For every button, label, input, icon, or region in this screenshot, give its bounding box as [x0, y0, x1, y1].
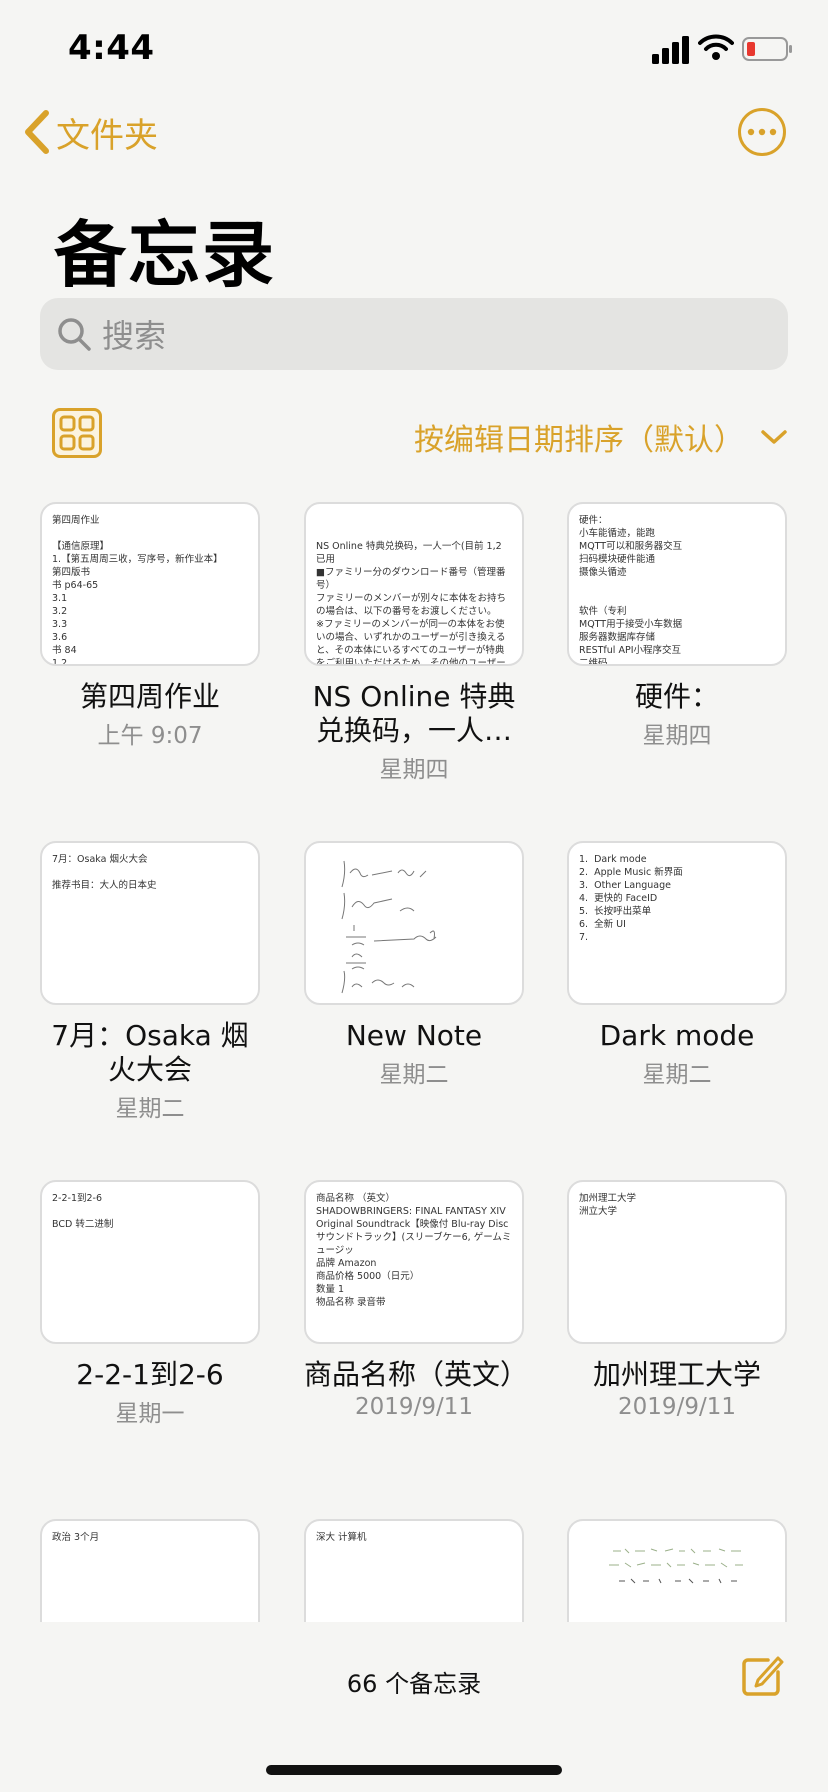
note-preview-text: 2-2-1到2-6 BCD 转二进制	[52, 1193, 114, 1230]
note-date: 上午 9:07	[97, 723, 203, 749]
sort-label: 按编辑日期排序（默认）	[414, 423, 744, 458]
note-card[interactable]: New Note 星期二	[304, 841, 524, 1089]
note-thumbnail: 2-2-1到2-6 BCD 转二进制	[40, 1180, 260, 1344]
note-preview-text: 政治 3个月	[52, 1532, 100, 1543]
note-title: 硬件：	[634, 680, 719, 713]
back-button[interactable]: 文件夹	[22, 106, 158, 158]
note-card[interactable]: 2-2-1到2-6 BCD 转二进制 2-2-1到2-6 星期一	[40, 1180, 260, 1428]
back-label: 文件夹	[56, 115, 158, 156]
note-preview-text: 加州理工大学 洲立大学	[579, 1193, 637, 1217]
note-date: 星期二	[115, 1096, 185, 1122]
note-preview-text: 硬件： 小车能循迹，能跑 MQTT可以和服务器交互 扫码模块硬件能通 摄像头循迹…	[579, 515, 683, 666]
wifi-icon	[698, 34, 734, 60]
note-title: NS Online 特典兑换码，一人…	[312, 680, 516, 747]
note-card[interactable]: 硬件： 小车能循迹，能跑 MQTT可以和服务器交互 扫码模块硬件能通 摄像头循迹…	[567, 502, 787, 750]
note-preview-text: 深大 计算机	[316, 1532, 367, 1543]
note-title: New Note	[345, 1019, 483, 1052]
note-thumbnail: 1. Dark mode 2. Apple Music 新界面 3. Other…	[567, 841, 787, 1005]
note-preview-text: NS Online 特典兑换码，一人一个(目前 1,2 已用 ■ファミリー分のダ…	[316, 541, 507, 666]
note-date: 星期二	[642, 1062, 712, 1088]
note-thumbnail: 加州理工大学 洲立大学	[567, 1180, 787, 1344]
search-icon	[58, 318, 91, 351]
sort-button[interactable]: 按编辑日期排序（默认）	[400, 412, 788, 462]
note-date: 星期四	[642, 723, 712, 749]
ellipsis-icon	[747, 128, 777, 136]
note-card[interactable]: 商品名称 （英文） SHADOWBRINGERS: FINAL FANTASY …	[304, 1180, 529, 1420]
note-title: Dark mode	[599, 1019, 755, 1052]
note-card[interactable]: 第四周作业 【通信原理】 1.【第五周周三收，写序号，新作业本】 第四版书 书 …	[40, 502, 260, 750]
note-title: 商品名称（英文）	[304, 1358, 529, 1391]
gallery-grid-icon	[59, 415, 95, 451]
note-date: 星期四	[379, 757, 449, 783]
chevron-left-icon	[25, 110, 49, 154]
search-field[interactable]: 搜索	[40, 298, 788, 370]
note-title: 加州理工大学	[592, 1358, 761, 1391]
cellular-signal-icon	[652, 36, 689, 64]
note-card[interactable]: NS Online 特典兑换码，一人一个(目前 1,2 已用 ■ファミリー分のダ…	[304, 502, 524, 784]
note-preview-text: 7月：Osaka 烟火大会 推荐书目：大人的日本史	[52, 854, 157, 891]
view-toggle-button[interactable]	[52, 408, 102, 458]
chevron-down-icon	[761, 430, 787, 444]
note-card[interactable]: 1. Dark mode 2. Apple Music 新界面 3. Other…	[567, 841, 787, 1089]
note-thumbnail: 第四周作业 【通信原理】 1.【第五周周三收，写序号，新作业本】 第四版书 书 …	[40, 502, 260, 666]
note-thumbnail: 7月：Osaka 烟火大会 推荐书目：大人的日本史	[40, 841, 260, 1005]
note-date: 2019/9/11	[355, 1394, 473, 1420]
note-date: 星期二	[379, 1062, 449, 1088]
note-card[interactable]: 7月：Osaka 烟火大会 推荐书目：大人的日本史 7月：Osaka 烟火大会 …	[40, 841, 260, 1123]
note-title: 7月：Osaka 烟火大会	[51, 1019, 249, 1086]
note-date: 星期一	[115, 1401, 185, 1427]
search-placeholder: 搜索	[102, 317, 167, 355]
note-title: 第四周作业	[79, 680, 220, 713]
note-preview-text: 第四周作业 【通信原理】 1.【第五周周三收，写序号，新作业本】 第四版书 书 …	[52, 515, 223, 666]
compose-icon[interactable]	[738, 1652, 786, 1700]
status-time: 4:44	[68, 28, 155, 68]
note-title: 2-2-1到2-6	[76, 1358, 224, 1391]
home-indicator[interactable]	[266, 1765, 562, 1775]
battery-low-icon	[742, 37, 792, 61]
note-thumbnail	[304, 841, 524, 1005]
handwriting-sketch	[341, 860, 437, 994]
note-thumbnail: 商品名称 （英文） SHADOWBRINGERS: FINAL FANTASY …	[304, 1180, 524, 1344]
notes-count: 66 个备忘录	[346, 1670, 482, 1698]
note-thumbnail: NS Online 特典兑换码，一人一个(目前 1,2 已用 ■ファミリー分のダ…	[304, 502, 524, 666]
handwriting-sketch	[609, 1548, 743, 1584]
note-thumbnail: 硬件： 小车能循迹，能跑 MQTT可以和服务器交互 扫码模块硬件能通 摄像头循迹…	[567, 502, 787, 666]
note-preview-text: 商品名称 （英文） SHADOWBRINGERS: FINAL FANTASY …	[316, 1193, 512, 1308]
note-card[interactable]: 加州理工大学 洲立大学 加州理工大学 2019/9/11	[567, 1180, 787, 1420]
more-options-button[interactable]	[738, 108, 786, 156]
page-title: 备忘录	[54, 213, 277, 297]
note-preview-text: 1. Dark mode 2. Apple Music 新界面 3. Other…	[579, 854, 683, 943]
note-date: 2019/9/11	[618, 1394, 736, 1420]
